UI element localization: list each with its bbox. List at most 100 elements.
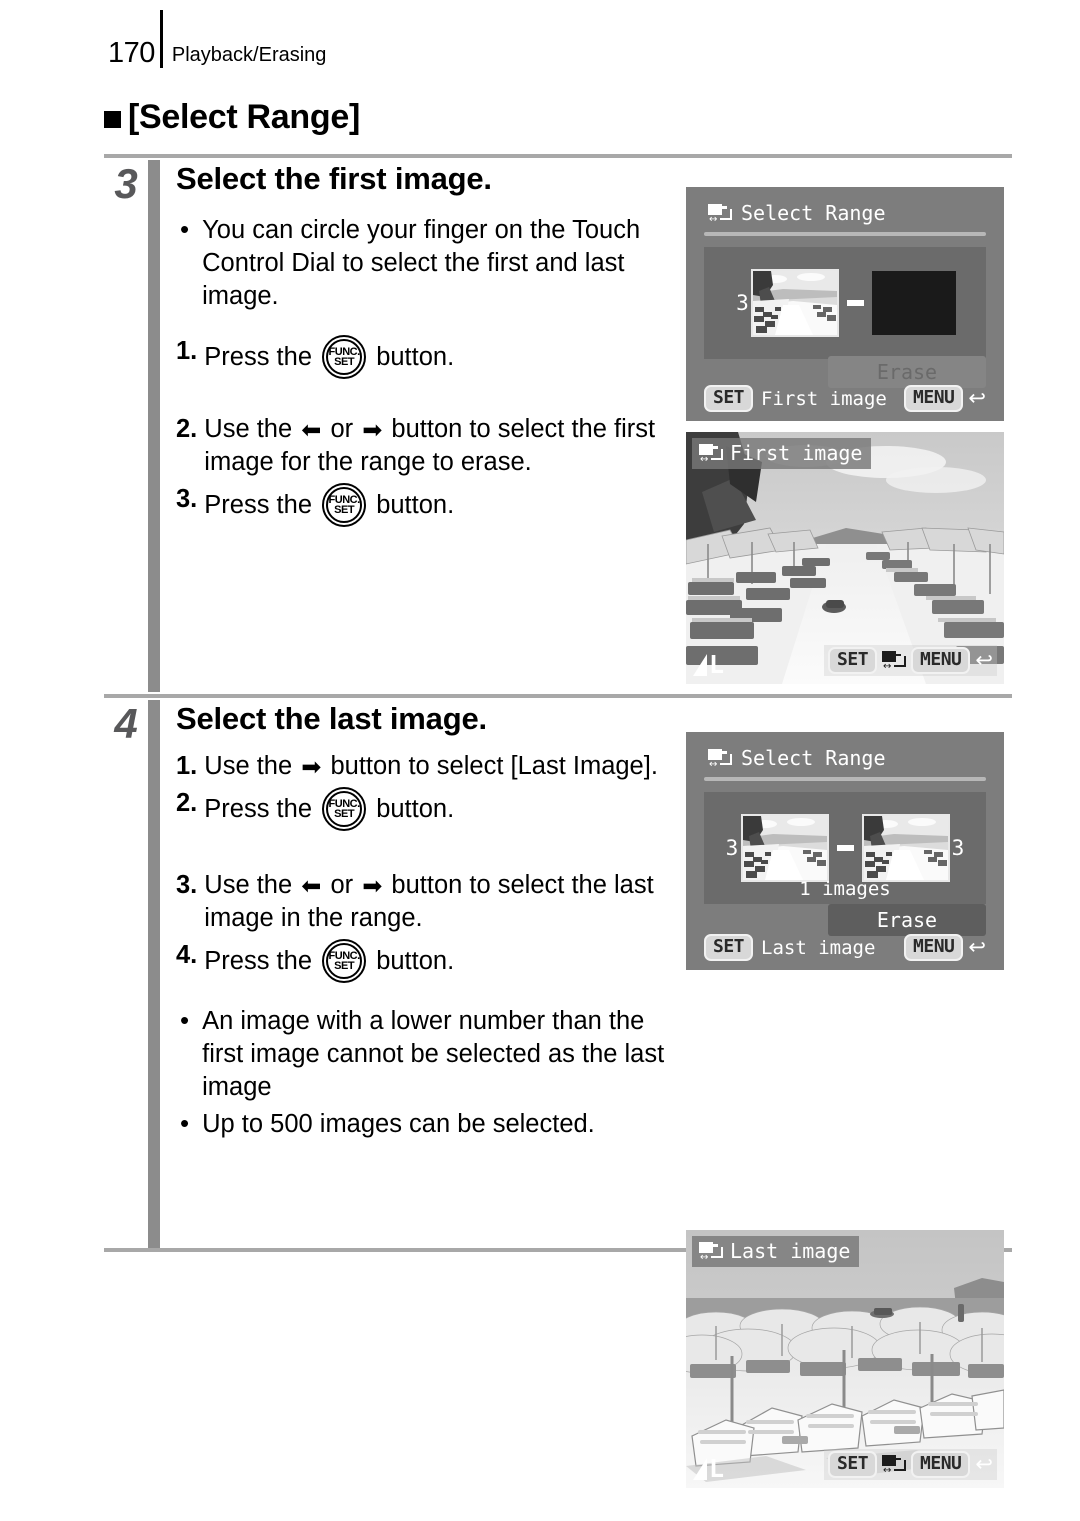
screen-footer: SET First image MENU ↩ [686, 385, 1004, 412]
bullet-marker: • [180, 1005, 190, 1036]
thumbnail-tray: 3 [704, 792, 986, 904]
page-number: 170 [108, 37, 155, 69]
menu-hint: MENU ↩ [904, 934, 986, 961]
list-item: • An image with a lower number than the … [176, 1005, 686, 1104]
funcset-icon: FUNC. SET [322, 939, 367, 984]
instruction-text-before: Use the [204, 871, 293, 900]
title-underline [704, 232, 986, 236]
arrow-right-icon: ➡ [301, 753, 322, 782]
photo-footer-hints: SET ↔ MENU ↩ [824, 1449, 997, 1480]
instruction-text-before: Use the [204, 415, 293, 444]
screen-title: Select Range [741, 746, 886, 770]
select-range-icon: ↔ [882, 1455, 907, 1476]
camera-screen-photo-last: ↔ Last image L SET ↔ MENU ↩ [686, 1230, 1004, 1488]
set-key-badge: SET [828, 647, 878, 674]
last-image-number: 3 [951, 836, 965, 860]
menu-key-badge: MENU [904, 934, 964, 961]
select-range-icon: ↔ [708, 203, 732, 224]
list-item-text: Press the FUNC. SET button. [204, 483, 686, 528]
menu-key-badge: MENU [904, 385, 964, 412]
number-marker: 3. [176, 485, 198, 514]
instruction-text-after: button. [376, 491, 455, 520]
funcset-bottom-label: SET [334, 356, 355, 369]
last-image-placeholder[interactable] [872, 271, 956, 335]
number-marker: 1. [176, 337, 198, 366]
camera-screen-select-range-first: ↔ Select Range 3 Erase SET First image M… [686, 187, 1004, 421]
step-title-4: Select the last image. [176, 701, 487, 736]
list-item-text: Press the FUNC. SET button. [204, 787, 686, 832]
funcset-icon: FUNC. SET [322, 787, 367, 832]
list-item-text: You can circle your finger on the Touch … [202, 216, 641, 311]
step-accent-bar [148, 700, 160, 1248]
image-quality-badge: L [693, 1454, 725, 1483]
first-image-thumbnail[interactable] [751, 269, 839, 337]
last-image-slot[interactable] [872, 271, 956, 335]
screen-title-row: ↔ Select Range [686, 732, 1004, 770]
title-underline [704, 777, 986, 781]
first-image-slot[interactable]: 3 [734, 269, 839, 337]
menu-key-badge: MENU [911, 1451, 971, 1478]
number-marker: 4. [176, 941, 198, 970]
double-arrow-glyph: ↔ [700, 1251, 709, 1263]
menu-key-badge: MENU [911, 647, 971, 674]
instruction-text-after: button to select [Last Image]. [330, 752, 658, 781]
erase-button[interactable]: Erase [828, 356, 986, 388]
screen-title-row: ↔ Select Range [686, 187, 1004, 225]
funcset-icon: FUNC. SET [322, 335, 367, 380]
quality-size-label: L [709, 650, 725, 679]
section-heading: [Select Range] [104, 100, 360, 134]
list-item-text: Use the ⬅ or ➡ button to select the last… [204, 871, 654, 933]
header-divider [159, 10, 163, 68]
screen-footer: SET Last image MENU ↩ [686, 934, 1004, 961]
list-item: 2. Use the ⬅ or ➡ button to select the f… [176, 413, 686, 479]
quality-size-label: L [709, 1454, 725, 1483]
thumbnail-tray: 3 [704, 247, 986, 359]
quality-triangle-icon [693, 654, 707, 676]
first-image-number: 3 [725, 836, 739, 860]
bullet-marker: • [180, 214, 190, 245]
first-image-slot[interactable]: 3 [724, 814, 829, 882]
set-hint: SET First image [704, 385, 887, 412]
camera-screen-select-range-last: ↔ Select Range 3 3 1 images Erase SET La… [686, 732, 1004, 970]
number-marker: 2. [176, 789, 198, 818]
erase-label: Erase [876, 908, 938, 932]
last-image-slot[interactable]: 3 [861, 814, 967, 882]
arrow-left-icon: ⬅ [301, 416, 322, 445]
set-hint: SET Last image [704, 934, 875, 961]
instruction-text-after: button. [376, 947, 455, 976]
instruction-text-before: Use the [204, 752, 293, 781]
double-arrow-glyph: ↔ [709, 758, 718, 770]
list-item: 3. Use the ⬅ or ➡ button to select the l… [176, 869, 686, 935]
set-key-badge: SET [828, 1451, 878, 1478]
number-marker: 2. [176, 415, 198, 444]
list-item: 2. Press the FUNC. SET button. [176, 787, 686, 832]
arrow-right-icon: ➡ [362, 872, 383, 901]
list-item-text: Use the ⬅ or ➡ button to select the firs… [204, 415, 656, 477]
first-image-thumbnail[interactable] [740, 814, 829, 882]
page-header: 170 Playback/Erasing [108, 10, 326, 70]
photo-badge-label: Last image [730, 1239, 851, 1263]
instruction-text-before: Press the [204, 795, 312, 824]
list-item-text: An image with a lower number than the fi… [202, 1007, 665, 1102]
list-item-text: Press the FUNC. SET button. [204, 335, 686, 380]
range-separator [847, 300, 864, 306]
funcset-bottom-label: SET [334, 808, 355, 821]
instruction-text-after: button. [376, 795, 455, 824]
screen-title: Select Range [741, 201, 886, 225]
instruction-text-after: button. [376, 343, 455, 372]
double-arrow-glyph: ↔ [700, 453, 709, 465]
erase-button[interactable]: Erase [828, 904, 986, 936]
list-item: 4. Press the FUNC. SET button. [176, 939, 686, 984]
last-image-thumbnail[interactable] [861, 814, 950, 882]
range-separator [836, 845, 854, 851]
step-number-4: 4 [114, 700, 138, 747]
arrow-right-icon: ➡ [362, 416, 383, 445]
funcset-bottom-label: SET [334, 504, 355, 517]
list-item: 1. Press the FUNC. SET button. [176, 335, 686, 380]
menu-hint: MENU ↩ [904, 385, 986, 412]
select-range-icon: ↔ [699, 443, 723, 465]
list-item-text: Up to 500 images can be selected. [202, 1110, 595, 1139]
set-key-badge: SET [704, 934, 754, 961]
photo-mode-badge: ↔ First image [692, 438, 872, 469]
select-range-icon: ↔ [882, 651, 907, 672]
